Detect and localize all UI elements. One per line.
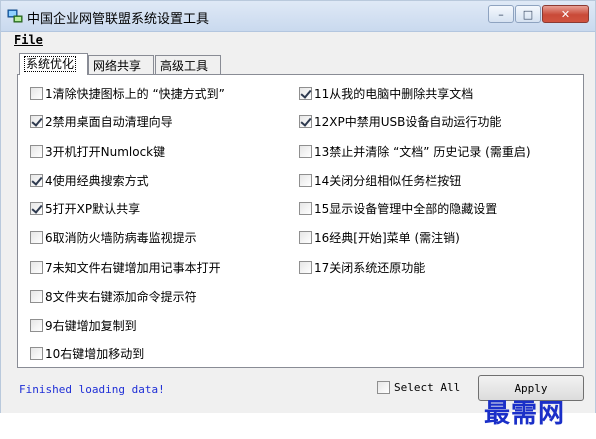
option-label: 16经典[开始]菜单 (需注销) — [314, 230, 460, 245]
select-all-label: Select All — [394, 381, 461, 394]
option-label: 8文件夹右键添加命令提示符 — [45, 289, 197, 304]
close-icon: ✕ — [560, 7, 571, 21]
checkbox[interactable] — [30, 144, 43, 158]
option-label: 1清除快捷图标上的 “快捷方式到” — [45, 86, 225, 101]
option-2[interactable]: 2禁用桌面自动清理向导 — [30, 112, 173, 130]
checkbox[interactable] — [30, 260, 43, 274]
option-label: 13禁止并清除 “文档” 历史记录 (需重启) — [314, 144, 531, 159]
computer-network-icon — [7, 9, 23, 23]
options-panel: 1清除快捷图标上的 “快捷方式到” 2禁用桌面自动清理向导 3开机打开Numlo… — [17, 74, 584, 368]
status-message: Finished loading data! — [19, 383, 165, 396]
minimize-icon: – — [498, 7, 504, 21]
checkbox[interactable] — [30, 201, 43, 215]
option-9[interactable]: 9右键增加复制到 — [30, 316, 137, 334]
option-3[interactable]: 3开机打开Numlock键 — [30, 142, 165, 160]
option-8[interactable]: 8文件夹右键添加命令提示符 — [30, 287, 197, 305]
checkbox[interactable] — [299, 144, 312, 158]
option-4[interactable]: 4使用经典搜索方式 — [30, 171, 149, 189]
option-15[interactable]: 15显示设备管理中全部的隐藏设置 — [299, 199, 497, 217]
app-window: 中国企业网管联盟系统设置工具 – □ ✕ File 系统优化 网络共享 高级工具… — [0, 0, 596, 414]
tab-system-optimize[interactable]: 系统优化 — [19, 53, 88, 75]
checkbox[interactable] — [30, 86, 43, 100]
option-label: 4使用经典搜索方式 — [45, 173, 149, 188]
checkbox[interactable] — [299, 114, 312, 128]
checkbox[interactable] — [299, 173, 312, 187]
option-label: 10右键增加移动到 — [45, 346, 145, 361]
option-10[interactable]: 10右键增加移动到 — [30, 344, 144, 362]
checkbox[interactable] — [30, 114, 43, 128]
option-label: 7未知文件右键增加用记事本打开 — [45, 260, 221, 275]
tab-label: 高级工具 — [160, 59, 209, 73]
checkbox[interactable] — [299, 86, 312, 100]
select-all-option[interactable]: Select All — [377, 381, 460, 394]
site-watermark: 最需网 — [484, 399, 566, 429]
checkbox[interactable] — [299, 201, 312, 215]
option-label: 9右键增加复制到 — [45, 318, 137, 333]
option-label: 2禁用桌面自动清理向导 — [45, 114, 173, 129]
select-all-checkbox[interactable] — [377, 381, 390, 394]
option-label: 17关闭系统还原功能 — [314, 260, 426, 275]
checkbox[interactable] — [30, 289, 43, 303]
tab-label: 系统优化 — [24, 56, 77, 72]
option-11[interactable]: 11从我的电脑中删除共享文档 — [299, 84, 473, 102]
checkbox[interactable] — [30, 318, 43, 332]
checkbox[interactable] — [30, 173, 43, 187]
option-label: 15显示设备管理中全部的隐藏设置 — [314, 201, 498, 216]
tab-network-share[interactable]: 网络共享 — [88, 55, 154, 74]
maximize-icon: □ — [522, 7, 534, 21]
menu-file[interactable]: File — [14, 33, 43, 47]
checkbox[interactable] — [299, 230, 312, 244]
maximize-button[interactable]: □ — [515, 5, 541, 23]
option-label: 6取消防火墙防病毒监视提示 — [45, 230, 197, 245]
title-bar[interactable]: 中国企业网管联盟系统设置工具 – □ ✕ — [1, 1, 595, 32]
option-1[interactable]: 1清除快捷图标上的 “快捷方式到” — [30, 84, 225, 102]
menu-bar: File — [1, 32, 595, 50]
checkbox[interactable] — [30, 346, 43, 360]
option-label: 3开机打开Numlock键 — [45, 144, 166, 159]
option-13[interactable]: 13禁止并清除 “文档” 历史记录 (需重启) — [299, 142, 531, 160]
option-label: 12XP中禁用USB设备自动运行功能 — [314, 114, 502, 129]
option-17[interactable]: 17关闭系统还原功能 — [299, 258, 425, 276]
checkbox[interactable] — [30, 230, 43, 244]
option-16[interactable]: 16经典[开始]菜单 (需注销) — [299, 228, 460, 246]
checkbox[interactable] — [299, 260, 312, 274]
option-label: 11从我的电脑中删除共享文档 — [314, 86, 474, 101]
close-button[interactable]: ✕ — [542, 5, 589, 23]
tab-label: 网络共享 — [93, 59, 142, 73]
option-label: 5打开XP默认共享 — [45, 201, 141, 216]
option-12[interactable]: 12XP中禁用USB设备自动运行功能 — [299, 112, 501, 130]
option-14[interactable]: 14关闭分组相似任务栏按钮 — [299, 171, 461, 189]
option-7[interactable]: 7未知文件右键增加用记事本打开 — [30, 258, 221, 276]
option-6[interactable]: 6取消防火墙防病毒监视提示 — [30, 228, 197, 246]
window-title: 中国企业网管联盟系统设置工具 — [27, 12, 210, 27]
minimize-button[interactable]: – — [488, 5, 514, 23]
option-5[interactable]: 5打开XP默认共享 — [30, 199, 140, 217]
tab-advanced-tools[interactable]: 高级工具 — [155, 55, 221, 74]
option-label: 14关闭分组相似任务栏按钮 — [314, 173, 462, 188]
